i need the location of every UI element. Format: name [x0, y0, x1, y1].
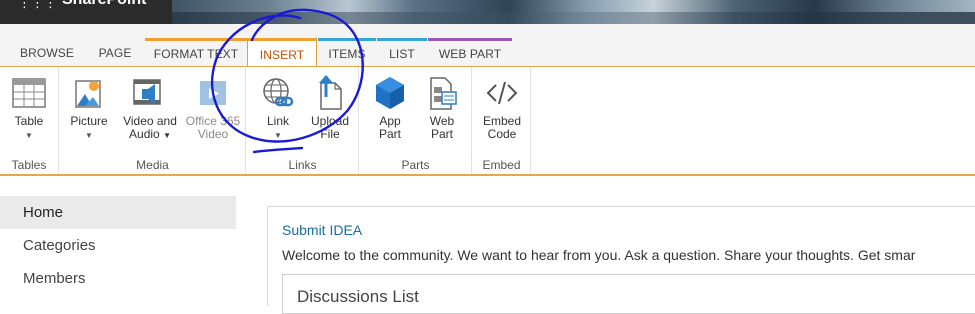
nav-item-categories[interactable]: Categories: [0, 229, 236, 262]
link-button[interactable]: Link ▼: [253, 75, 303, 142]
table-icon: [12, 75, 46, 111]
office365-video-button: Office 365 Video: [182, 75, 244, 141]
group-label-embed: Embed: [482, 158, 521, 172]
picture-label: Picture: [70, 114, 108, 128]
chevron-down-icon: ▼: [25, 131, 33, 140]
app-part-label-line2: Part: [378, 127, 401, 141]
nav-item-members[interactable]: Members: [0, 262, 236, 295]
chevron-down-icon: ▼: [163, 131, 171, 140]
embed-code-button[interactable]: Embed Code: [477, 75, 527, 141]
banner-image: [172, 0, 975, 24]
office365-video-icon: [196, 75, 230, 111]
brand-title[interactable]: SharePoint: [62, 0, 146, 9]
group-tables: Table ▼ Tables: [0, 67, 59, 174]
embed-code-icon: [485, 75, 519, 111]
chevron-down-icon: ▼: [274, 131, 282, 140]
embed-code-label-line2: Code: [487, 127, 517, 141]
ribbon-tabs: BROWSE PAGE FORMAT TEXT INSERT ITEMS LIS…: [0, 24, 975, 68]
picture-icon: [72, 75, 106, 111]
web-part-label-line2: Part: [430, 127, 453, 141]
nav-item-home[interactable]: Home: [0, 196, 236, 229]
table-button[interactable]: Table ▼: [4, 75, 54, 142]
group-label-parts: Parts: [401, 158, 430, 172]
suite-bar: ⋮⋮⋮ SharePoint: [0, 0, 975, 24]
tab-browse[interactable]: BROWSE: [10, 38, 84, 67]
tab-format-text[interactable]: FORMAT TEXT: [145, 38, 247, 67]
ribbon: Table ▼ Tables Picture ▼ Video and Audio…: [0, 67, 975, 174]
tab-page[interactable]: PAGE: [86, 38, 144, 67]
video-audio-label-line2: Audio ▼: [120, 128, 180, 142]
app-part-button[interactable]: App Part: [365, 75, 415, 141]
main-content: Submit IDEA Welcome to the community. We…: [267, 206, 975, 314]
group-media: Picture ▼ Video and Audio ▼ Office 365 V…: [60, 67, 246, 174]
app-launcher-icon[interactable]: ⋮⋮⋮: [18, 0, 57, 9]
upload-file-button[interactable]: Upload File: [305, 75, 355, 141]
link-icon: [261, 75, 295, 111]
tab-list[interactable]: LIST: [377, 38, 427, 67]
tab-web-part[interactable]: WEB PART: [428, 38, 512, 67]
group-parts: App Part Web Part Parts: [360, 67, 472, 174]
picture-button[interactable]: Picture ▼: [64, 75, 114, 142]
submit-idea-link[interactable]: Submit IDEA: [282, 222, 362, 238]
video-audio-button[interactable]: Video and Audio ▼: [120, 75, 180, 142]
link-label: Link: [266, 114, 289, 128]
upload-file-icon: [313, 75, 347, 111]
upload-file-label-line2: File: [320, 127, 340, 141]
tab-items[interactable]: ITEMS: [318, 38, 376, 67]
web-part-button[interactable]: Web Part: [417, 75, 467, 141]
web-part-icon: [425, 75, 459, 111]
video-audio-icon: [133, 75, 167, 111]
office365-video-label-line2: Video: [197, 127, 229, 141]
group-label-tables: Tables: [11, 158, 47, 172]
group-embed: Embed Code Embed: [473, 67, 531, 174]
discussions-list-panel: Discussions List: [282, 274, 975, 314]
left-navigation: Home Categories Members: [0, 196, 236, 295]
discussions-list-title: Discussions List: [297, 287, 419, 306]
video-audio-label-text: Audio: [129, 127, 160, 141]
app-part-icon: [373, 75, 407, 111]
welcome-text: Welcome to the community. We want to hea…: [282, 247, 916, 263]
ribbon-bottom-border: [0, 174, 975, 176]
group-links: Link ▼ Upload File Links: [247, 67, 359, 174]
tab-insert[interactable]: INSERT: [247, 38, 317, 68]
table-label: Table: [14, 114, 44, 128]
group-label-media: Media: [136, 158, 169, 172]
chevron-down-icon: ▼: [85, 131, 93, 140]
group-label-links: Links: [288, 158, 317, 172]
